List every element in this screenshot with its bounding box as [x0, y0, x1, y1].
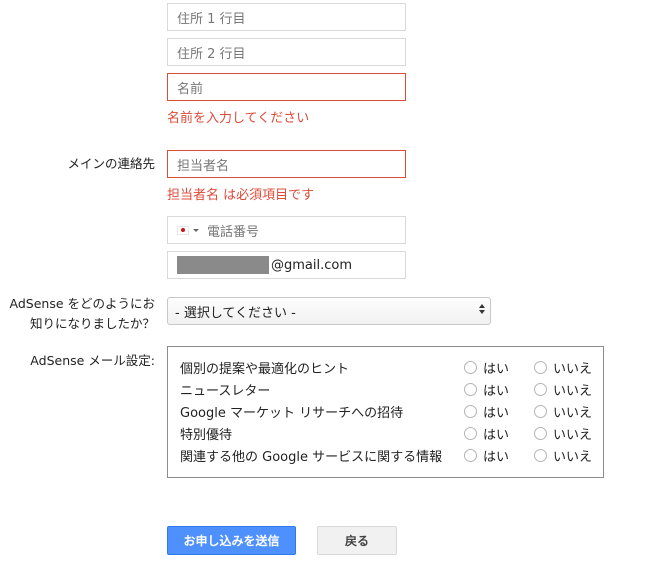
caret-down-icon	[193, 228, 199, 232]
no-option[interactable]: いいえ	[534, 380, 592, 399]
mail-setting-label: 関連する他の Google サービスに関する情報	[180, 449, 443, 465]
submit-application-button[interactable]: お申し込みを送信	[167, 526, 296, 555]
no-option[interactable]: いいえ	[534, 358, 592, 377]
mail-setting-label: ニュースレター	[180, 383, 271, 399]
mail-setting-row: Google マーケット リサーチへの招待 はい いいえ	[180, 400, 603, 422]
no-option[interactable]: いいえ	[534, 402, 592, 421]
yes-option[interactable]: はい	[464, 358, 509, 377]
yes-radio[interactable]	[464, 448, 477, 462]
redacted-email-block	[177, 256, 269, 274]
mail-setting-label: 個別の提案や最適化のヒント	[180, 361, 350, 377]
mail-settings-label: AdSense メール設定:	[30, 353, 155, 368]
how-heard-label-line1: AdSense をどのようにお	[9, 296, 156, 311]
yes-label: はい	[483, 405, 510, 421]
mail-setting-row: ニュースレター はい いいえ	[180, 378, 603, 400]
yes-label: はい	[483, 449, 510, 465]
back-button[interactable]: 戻る	[317, 526, 397, 555]
yes-radio[interactable]	[464, 360, 477, 374]
address-line2-placeholder: 住所 2 行目	[177, 46, 246, 62]
yes-option[interactable]: はい	[464, 380, 509, 399]
no-radio[interactable]	[534, 448, 547, 462]
no-radio[interactable]	[534, 360, 547, 374]
contact-name-error-message: 担当者名 は必須項目です	[167, 188, 315, 203]
name-input[interactable]: 名前	[167, 73, 406, 101]
no-radio[interactable]	[534, 382, 547, 396]
yes-label: はい	[483, 361, 510, 377]
how-heard-select[interactable]: - 選択してください -	[167, 297, 491, 325]
no-label: いいえ	[553, 405, 593, 421]
mail-setting-label: 特別優待	[180, 427, 233, 443]
yes-option[interactable]: はい	[464, 402, 509, 421]
how-heard-selected-value: - 選択してください -	[175, 305, 296, 321]
no-label: いいえ	[553, 361, 593, 377]
contact-name-placeholder: 担当者名	[177, 158, 230, 174]
yes-label: はい	[483, 427, 510, 443]
no-label: いいえ	[553, 449, 593, 465]
yes-option[interactable]: はい	[464, 424, 509, 443]
yes-label: はい	[483, 383, 510, 399]
no-radio[interactable]	[534, 404, 547, 418]
contact-name-input[interactable]: 担当者名	[167, 150, 406, 178]
no-radio[interactable]	[534, 426, 547, 440]
mail-setting-label: Google マーケット リサーチへの招待	[180, 405, 404, 421]
country-selector[interactable]	[177, 225, 199, 235]
mail-setting-row: 関連する他の Google サービスに関する情報 はい いいえ	[180, 444, 603, 466]
address-line2-input[interactable]: 住所 2 行目	[167, 38, 406, 66]
yes-radio[interactable]	[464, 404, 477, 418]
address-line1-placeholder: 住所 1 行目	[177, 11, 246, 27]
yes-radio[interactable]	[464, 382, 477, 396]
phone-input[interactable]: 電話番号	[167, 216, 406, 244]
how-heard-label-line2: 知りになりましたか？	[29, 316, 155, 331]
name-error-message: 名前を入力してください	[167, 111, 310, 126]
no-option[interactable]: いいえ	[534, 446, 592, 465]
no-label: いいえ	[553, 383, 593, 399]
mail-settings-box: 個別の提案や最適化のヒント はい いいえ ニュースレター はい いいえ Goog…	[167, 346, 604, 478]
phone-placeholder: 電話番号	[207, 224, 260, 240]
mail-setting-row: 特別優待 はい いいえ	[180, 422, 603, 444]
address-line1-input[interactable]: 住所 1 行目	[167, 3, 406, 31]
email-suffix: @gmail.com	[271, 257, 353, 273]
email-input[interactable]: @gmail.com	[167, 251, 406, 279]
mail-setting-row: 個別の提案や最適化のヒント はい いいえ	[180, 356, 603, 378]
select-arrows-icon	[479, 304, 485, 314]
yes-option[interactable]: はい	[464, 446, 509, 465]
how-heard-label: AdSense をどのようにお 知りになりましたか？	[10, 294, 156, 334]
no-option[interactable]: いいえ	[534, 424, 592, 443]
name-placeholder: 名前	[177, 81, 204, 97]
yes-radio[interactable]	[464, 426, 477, 440]
no-label: いいえ	[553, 427, 593, 443]
japan-flag-icon	[177, 225, 189, 235]
main-contact-label: メインの連絡先	[67, 156, 155, 171]
